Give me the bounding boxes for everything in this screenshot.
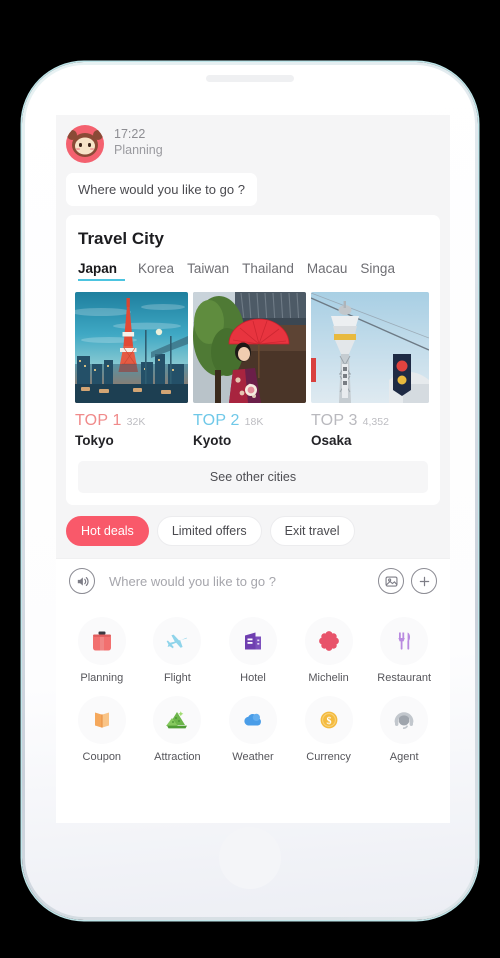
chip-limited-offers[interactable]: Limited offers (156, 516, 262, 546)
image-picker-icon[interactable] (378, 568, 404, 594)
see-other-cities-button[interactable]: See other cities (78, 461, 428, 493)
quick-reply-chips: Hot deals Limited offers Exit travel (66, 516, 440, 558)
headset-icon (380, 696, 429, 744)
svg-text:$: $ (326, 716, 331, 727)
tab-korea[interactable]: Korea (138, 261, 174, 281)
tool-hotel[interactable]: Hotel (215, 617, 291, 684)
rank-row-tokyo: TOP 1 32K (75, 412, 188, 430)
city-name-tokyo: Tokyo (75, 433, 114, 448)
fork-knife-icon (380, 617, 429, 665)
tool-weather[interactable]: Weather (215, 696, 291, 763)
tool-label: Agent (389, 751, 419, 763)
tool-coupon[interactable]: Coupon (64, 696, 140, 763)
tool-row-2: Coupon Attraction Weather $ Currency Age… (64, 696, 442, 763)
rank-count-kyoto: 18K (244, 416, 264, 428)
rank-label-tokyo: TOP 1 (75, 412, 122, 429)
tool-agent[interactable]: Agent (366, 696, 442, 763)
building-icon (228, 617, 277, 665)
plus-icon[interactable] (411, 568, 437, 594)
tool-planning[interactable]: Planning (64, 617, 140, 684)
city-name-osaka: Osaka (311, 433, 352, 448)
message-time: 17:22 (114, 127, 146, 141)
kimono-woman-red-parasol-image (193, 292, 306, 403)
tsutenkaku-tower-image (311, 292, 429, 403)
suitcase-icon (77, 617, 126, 665)
tool-label: Flight (163, 672, 191, 684)
tool-flight[interactable]: Flight (140, 617, 216, 684)
composer-bar (56, 558, 450, 603)
phone-body: 17:22 Planning Where would you like to g… (25, 65, 475, 917)
tool-grid: Planning Flight Hotel Michelin Restauran… (56, 603, 450, 823)
tool-label: Coupon (82, 751, 122, 763)
tokyo-tower-sunset-image (75, 292, 188, 403)
city-card-osaka[interactable]: TOP 3 4,352 Osaka (311, 292, 429, 448)
chip-hot-deals[interactable]: Hot deals (66, 516, 149, 546)
flower-icon (304, 617, 353, 665)
chat-area: 17:22 Planning Where would you like to g… (56, 115, 450, 558)
country-tabs: Japan Korea Taiwan Thailand Macau Singa (66, 261, 440, 281)
tool-label: Attraction (154, 751, 201, 763)
tool-attraction[interactable]: Attraction (140, 696, 216, 763)
speaker-grille (206, 75, 294, 82)
city-list: TOP 1 32K Tokyo TOP 2 18K Kyoto TOP 3 4,… (66, 292, 440, 448)
chip-exit-travel[interactable]: Exit travel (269, 516, 355, 546)
home-button[interactable] (219, 827, 281, 889)
tool-label: Planning (80, 672, 124, 684)
tool-currency[interactable]: $ Currency (291, 696, 367, 763)
tool-michelin[interactable]: Michelin (291, 617, 367, 684)
bot-message-bubble: Where would you like to go ? (66, 173, 257, 206)
tab-japan[interactable]: Japan (78, 261, 126, 281)
composer-actions (378, 568, 437, 594)
tool-label: Michelin (308, 672, 349, 684)
phone-frame: 17:22 Planning Where would you like to g… (22, 62, 478, 920)
cloud-icon (228, 696, 277, 744)
city-name-kyoto: Kyoto (193, 433, 232, 448)
rank-label-osaka: TOP 3 (311, 412, 358, 429)
tool-label: Restaurant (377, 672, 432, 684)
rank-label-kyoto: TOP 2 (193, 412, 240, 429)
app-screen: 17:22 Planning Where would you like to g… (56, 115, 450, 823)
rank-row-osaka: TOP 3 4,352 (311, 412, 429, 430)
tab-thailand[interactable]: Thailand (242, 261, 294, 281)
tool-label: Currency (306, 751, 351, 763)
airplane-icon (153, 617, 202, 665)
rank-count-osaka: 4,352 (362, 416, 389, 428)
message-sender: Planning (114, 143, 163, 157)
city-card-kyoto[interactable]: TOP 2 18K Kyoto (193, 292, 306, 448)
search-input[interactable] (105, 573, 368, 589)
rank-row-kyoto: TOP 2 18K (193, 412, 306, 430)
city-card-tokyo[interactable]: TOP 1 32K Tokyo (75, 292, 188, 448)
travel-city-card: Travel City Japan Korea Taiwan Thailand … (66, 215, 440, 505)
tab-singapore[interactable]: Singa (360, 261, 395, 281)
voice-wave-icon[interactable] (69, 568, 95, 594)
tab-macau[interactable]: Macau (307, 261, 348, 281)
ticket-icon (77, 696, 126, 744)
rank-count-tokyo: 32K (126, 416, 146, 428)
mountain-icon (153, 696, 202, 744)
card-title: Travel City (78, 229, 164, 248)
tab-taiwan[interactable]: Taiwan (187, 261, 229, 281)
monkey-avatar (66, 125, 104, 163)
tool-label: Hotel (240, 672, 266, 684)
tool-row-1: Planning Flight Hotel Michelin Restauran… (64, 617, 442, 684)
tool-restaurant[interactable]: Restaurant (366, 617, 442, 684)
dollar-coin-icon: $ (304, 696, 353, 744)
tool-label: Weather (232, 751, 274, 763)
message-header: 17:22 Planning (66, 125, 440, 163)
message-meta: 17:22 Planning (114, 125, 163, 159)
